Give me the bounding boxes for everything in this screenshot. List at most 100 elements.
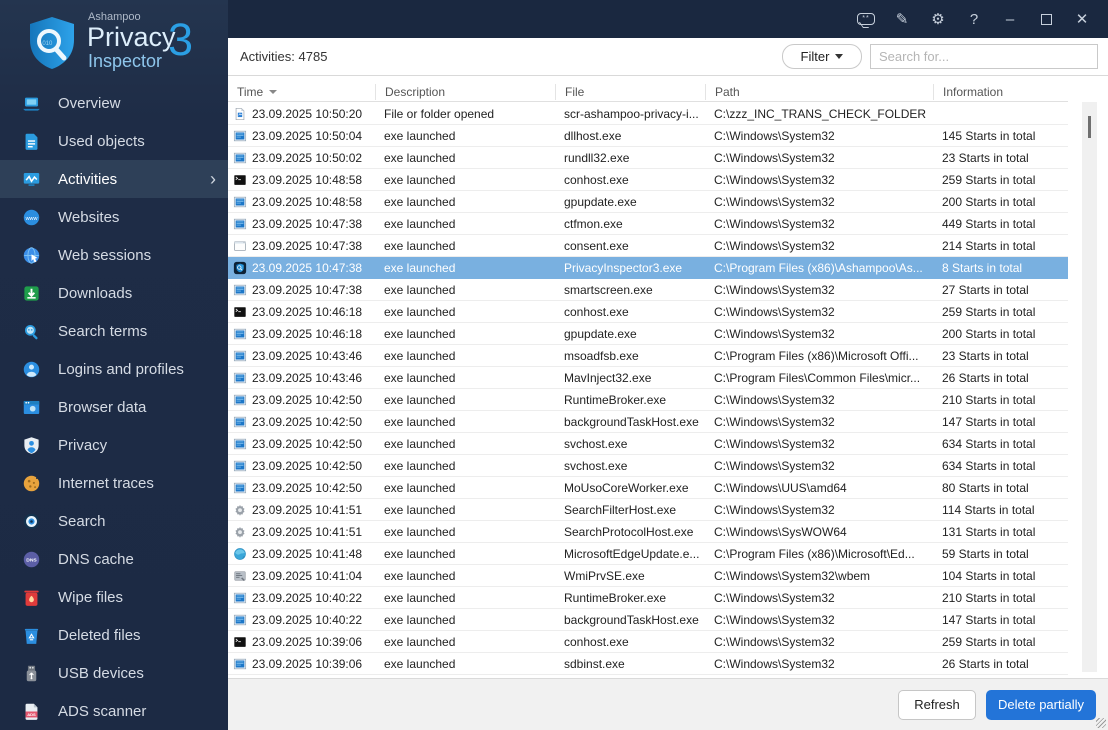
cell-description: exe launched xyxy=(384,480,456,495)
sidebar-item-label: Deleted files xyxy=(58,626,141,644)
column-header-file[interactable]: File xyxy=(555,84,705,100)
console-icon xyxy=(233,305,247,319)
exe-icon xyxy=(233,437,247,451)
cell-information: 59 Starts in total xyxy=(942,546,1029,561)
cell-information: 210 Starts in total xyxy=(942,590,1036,605)
table-row[interactable]: 23.09.2025 10:42:50 exe launched backgro… xyxy=(228,411,1068,433)
maximize-icon[interactable] xyxy=(1028,4,1064,34)
exe-icon xyxy=(233,217,247,231)
vertical-scrollbar[interactable] xyxy=(1082,102,1097,672)
table-row[interactable]: 23.09.2025 10:41:04 exe launched WmiPrvS… xyxy=(228,565,1068,587)
search-input[interactable] xyxy=(870,44,1098,69)
cell-file: backgroundTaskHost.exe xyxy=(564,414,699,429)
table-row[interactable]: 23.09.2025 10:50:04 exe launched dllhost… xyxy=(228,125,1068,147)
sidebar-item-usb-devices[interactable]: USB devices xyxy=(0,654,228,692)
app-shield-icon xyxy=(233,261,247,275)
table-row[interactable]: 23.09.2025 10:39:06 exe launched conhost… xyxy=(228,631,1068,653)
table-row[interactable]: 23.09.2025 10:41:51 exe launched SearchP… xyxy=(228,521,1068,543)
table-row[interactable]: 23.09.2025 10:42:50 exe launched MoUsoCo… xyxy=(228,477,1068,499)
cell-file: gpupdate.exe xyxy=(564,326,637,341)
sidebar-item-used-objects[interactable]: Used objects xyxy=(0,122,228,160)
cell-description: exe launched xyxy=(384,282,456,297)
cell-description: exe launched xyxy=(384,546,456,561)
cell-description: exe launched xyxy=(384,568,456,583)
close-icon[interactable]: ✕ xyxy=(1064,4,1100,34)
cell-path: C:\Windows\System32 xyxy=(714,238,835,253)
cell-time: 23.09.2025 10:42:50 xyxy=(252,480,363,495)
table-row[interactable]: 23.09.2025 10:43:46 exe launched msoadfs… xyxy=(228,345,1068,367)
cell-path: C:\Windows\System32 xyxy=(714,612,835,627)
table-row[interactable]: 23.09.2025 10:50:02 exe launched rundll3… xyxy=(228,147,1068,169)
table-row[interactable]: 23.09.2025 10:47:38 exe launched Privacy… xyxy=(228,257,1068,279)
table-row[interactable]: 23.09.2025 10:42:50 exe launched Runtime… xyxy=(228,389,1068,411)
table-row[interactable]: 23.09.2025 10:42:50 exe launched svchost… xyxy=(228,455,1068,477)
cell-description: exe launched xyxy=(384,304,456,319)
table-row[interactable]: 23.09.2025 10:46:18 exe launched conhost… xyxy=(228,301,1068,323)
table-row[interactable]: 23.09.2025 10:47:38 exe launched ctfmon.… xyxy=(228,213,1068,235)
sidebar-item-dns-cache[interactable]: DNS cache xyxy=(0,540,228,578)
table-row[interactable]: 23.09.2025 10:40:22 exe launched Runtime… xyxy=(228,587,1068,609)
help-icon[interactable]: ? xyxy=(956,4,992,34)
sidebar-item-websites[interactable]: Websites xyxy=(0,198,228,236)
feedback-icon[interactable]: ** xyxy=(848,4,884,34)
column-header-path[interactable]: Path xyxy=(705,84,933,100)
table-row[interactable]: 23.09.2025 10:50:20 File or folder opene… xyxy=(228,103,1068,125)
cell-file: sdbinst.exe xyxy=(564,656,625,671)
sidebar-item-ads-scanner[interactable]: ADS scanner xyxy=(0,692,228,730)
exe-icon xyxy=(233,613,247,627)
exe-icon xyxy=(233,129,247,143)
filter-button[interactable]: Filter xyxy=(782,44,862,69)
sidebar-item-overview[interactable]: Overview xyxy=(0,84,228,122)
column-header-information[interactable]: Information xyxy=(933,84,1068,100)
sidebar-item-activities[interactable]: Activities › xyxy=(0,160,228,198)
cell-path: C:\Windows\UUS\amd64 xyxy=(714,480,847,495)
table-row[interactable]: 23.09.2025 10:39:06 exe launched sdbinst… xyxy=(228,653,1068,675)
sidebar-item-deleted-files[interactable]: Deleted files xyxy=(0,616,228,654)
trash-icon xyxy=(22,588,41,607)
notes-icon[interactable]: ✎ xyxy=(884,4,920,34)
cell-time: 23.09.2025 10:41:51 xyxy=(252,524,363,539)
table-row[interactable]: 23.09.2025 10:43:46 exe launched MavInje… xyxy=(228,367,1068,389)
cell-description: exe launched xyxy=(384,216,456,231)
sidebar-item-internet-traces[interactable]: Internet traces xyxy=(0,464,228,502)
scrollbar-thumb[interactable] xyxy=(1088,116,1091,138)
cell-information: 449 Starts in total xyxy=(942,216,1036,231)
cell-time: 23.09.2025 10:42:50 xyxy=(252,436,363,451)
cell-description: exe launched xyxy=(384,612,456,627)
table-row[interactable]: 23.09.2025 10:42:50 exe launched svchost… xyxy=(228,433,1068,455)
table-row[interactable]: 23.09.2025 10:48:58 exe launched conhost… xyxy=(228,169,1068,191)
resize-grip-icon[interactable] xyxy=(1096,718,1106,728)
sidebar-item-downloads[interactable]: Downloads xyxy=(0,274,228,312)
column-header-description[interactable]: Description xyxy=(375,84,555,100)
cell-information: 27 Starts in total xyxy=(942,282,1029,297)
column-header-time[interactable]: Time xyxy=(228,84,375,100)
delete-partially-button[interactable]: Delete partially xyxy=(986,689,1096,720)
exe-icon xyxy=(233,459,247,473)
cell-information: 80 Starts in total xyxy=(942,480,1029,495)
sidebar-item-search[interactable]: Search xyxy=(0,502,228,540)
sidebar-item-search-terms[interactable]: Search terms xyxy=(0,312,228,350)
sidebar-item-web-sessions[interactable]: Web sessions xyxy=(0,236,228,274)
wmi-icon xyxy=(233,569,247,583)
table-row[interactable]: 23.09.2025 10:40:22 exe launched backgro… xyxy=(228,609,1068,631)
table-row[interactable]: 23.09.2025 10:47:38 exe launched smartsc… xyxy=(228,279,1068,301)
sidebar-item-logins-and-profiles[interactable]: Logins and profiles xyxy=(0,350,228,388)
table-row[interactable]: 23.09.2025 10:41:48 exe launched Microso… xyxy=(228,543,1068,565)
refresh-button[interactable]: Refresh xyxy=(898,689,976,720)
cell-file: smartscreen.exe xyxy=(564,282,653,297)
brand-name-line1: Privacy xyxy=(87,22,176,52)
cell-description: exe launched xyxy=(384,524,456,539)
sidebar-item-wipe-files[interactable]: Wipe files xyxy=(0,578,228,616)
minimize-icon[interactable]: – xyxy=(992,4,1028,34)
table-row[interactable]: 23.09.2025 10:46:18 exe launched gpupdat… xyxy=(228,323,1068,345)
settings-icon[interactable]: ⚙ xyxy=(920,4,956,34)
laptop-icon xyxy=(22,94,41,113)
table-row[interactable]: 23.09.2025 10:41:51 exe launched SearchF… xyxy=(228,499,1068,521)
sidebar-item-browser-data[interactable]: Browser data xyxy=(0,388,228,426)
cell-time: 23.09.2025 10:46:18 xyxy=(252,304,363,319)
table-row[interactable]: 23.09.2025 10:48:58 exe launched gpupdat… xyxy=(228,191,1068,213)
table-row[interactable]: 23.09.2025 10:47:38 exe launched consent… xyxy=(228,235,1068,257)
cell-path: C:\Windows\System32 xyxy=(714,128,835,143)
cell-description: exe launched xyxy=(384,370,456,385)
sidebar-item-privacy[interactable]: Privacy xyxy=(0,426,228,464)
